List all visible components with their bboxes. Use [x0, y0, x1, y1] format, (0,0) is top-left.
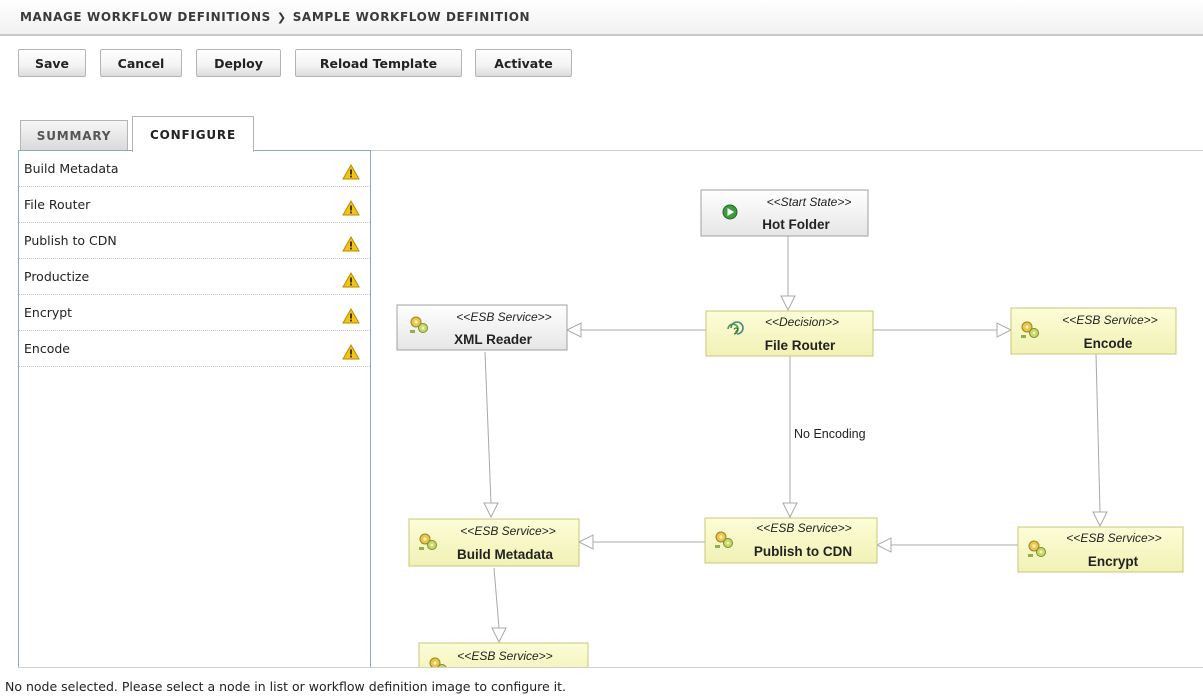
warning-icon [342, 272, 360, 288]
activate-button[interactable]: Activate [475, 49, 572, 77]
node-list-item-label: File Router [24, 197, 91, 212]
breadcrumb: MANAGE WORKFLOW DEFINITIONS ❯ SAMPLE WORKF… [20, 10, 530, 24]
node-title: Encode [1084, 336, 1133, 351]
node-list-item-label: Build Metadata [24, 161, 119, 176]
node-stereotype: <<ESB Service>> [457, 649, 552, 663]
breadcrumb-separator-icon: ❯ [276, 11, 287, 24]
cancel-button[interactable]: Cancel [100, 49, 182, 77]
arrowhead-down [780, 295, 796, 312]
node-stereotype: <<Decision>> [765, 315, 839, 329]
deploy-button[interactable]: Deploy [196, 49, 281, 77]
svg-text:?: ? [733, 326, 739, 336]
node-stereotype: <<ESB Service>> [456, 310, 551, 324]
node-list-item[interactable]: Encrypt [19, 295, 370, 331]
node-stereotype: <<ESB Service>> [460, 524, 555, 538]
edge-buildmetadata-next [493, 567, 500, 629]
tab-configure[interactable]: CONFIGURE [132, 116, 254, 152]
node-list-item-label: Publish to CDN [24, 233, 117, 248]
node-stereotype: <<ESB Service>> [756, 521, 851, 535]
node-list-item[interactable]: Productize [19, 259, 370, 295]
node-stereotype: <<ESB Service>> [1062, 313, 1157, 327]
edge-xmlreader-buildmetadata [484, 351, 492, 504]
status-message: No node selected. Please select a node i… [5, 679, 567, 694]
arrowhead-left [565, 322, 582, 338]
arrowhead-down [782, 502, 798, 519]
node-list-item[interactable]: Publish to CDN [19, 223, 370, 259]
title-bar: MANAGE WORKFLOW DEFINITIONS ❯ SAMPLE WORKF… [0, 0, 1203, 36]
canvas-bottom-border [18, 667, 1203, 668]
edge-encode-encrypt [1095, 353, 1101, 513]
arrowhead-down [483, 502, 499, 519]
node-encrypt[interactable]: <<ESB Service>> Encrypt [1017, 526, 1184, 573]
save-button[interactable]: Save [18, 49, 86, 77]
node-list-item-label: Productize [24, 269, 90, 284]
arrowhead-left [577, 534, 594, 550]
node-title: Encrypt [1088, 554, 1139, 569]
edge-label-no-encoding: No Encoding [794, 427, 866, 441]
warning-icon [342, 308, 360, 324]
node-build-metadata[interactable]: <<ESB Service>> Build Metadata [408, 518, 580, 567]
node-stereotype: <<Start State>> [767, 195, 852, 209]
play-icon [722, 204, 738, 220]
arrowhead-down [1092, 511, 1108, 528]
node-title: Hot Folder [762, 217, 830, 232]
warning-icon [342, 344, 360, 360]
node-stereotype: <<ESB Service>> [1066, 531, 1161, 545]
breadcrumb-current: SAMPLE WORKFLOW DEFINITION [292, 10, 531, 24]
node-file-router[interactable]: ? <<Decision>> File Router [705, 310, 874, 357]
node-list-item-label: Encrypt [24, 305, 73, 320]
node-publish-to-cdn[interactable]: <<ESB Service>> Publish to CDN [704, 517, 878, 564]
warning-icon [342, 236, 360, 252]
node-title: XML Reader [454, 332, 533, 347]
node-encode[interactable]: <<ESB Service>> Encode [1010, 307, 1177, 355]
reload-template-button[interactable]: Reload Template [295, 49, 462, 77]
arrowhead-right [996, 322, 1013, 338]
node-title: File Router [765, 338, 836, 353]
tab-summary[interactable]: SUMMARY [20, 120, 128, 151]
node-list-item[interactable]: Encode [19, 331, 370, 367]
arrowhead-left [875, 537, 892, 553]
breadcrumb-parent-link[interactable]: MANAGE WORKFLOW DEFINITIONS [20, 10, 271, 24]
toolbar: Save Cancel Deploy Reload Template Activ… [0, 38, 1203, 82]
node-hot-folder[interactable]: <<Start State>> Hot Folder [700, 189, 869, 237]
warning-icon [342, 164, 360, 180]
node-xml-reader[interactable]: <<ESB Service>> XML Reader [396, 304, 568, 351]
node-list-item[interactable]: Build Metadata [19, 151, 370, 187]
arrowhead-down [491, 627, 507, 644]
node-list-item[interactable]: File Router [19, 187, 370, 223]
node-list-item-label: Encode [24, 341, 70, 356]
node-title: Build Metadata [457, 547, 554, 562]
node-list-panel: Build Metadata File Router Publish to CDN P… [18, 150, 371, 668]
node-title: Publish to CDN [754, 544, 852, 559]
warning-icon [342, 200, 360, 216]
